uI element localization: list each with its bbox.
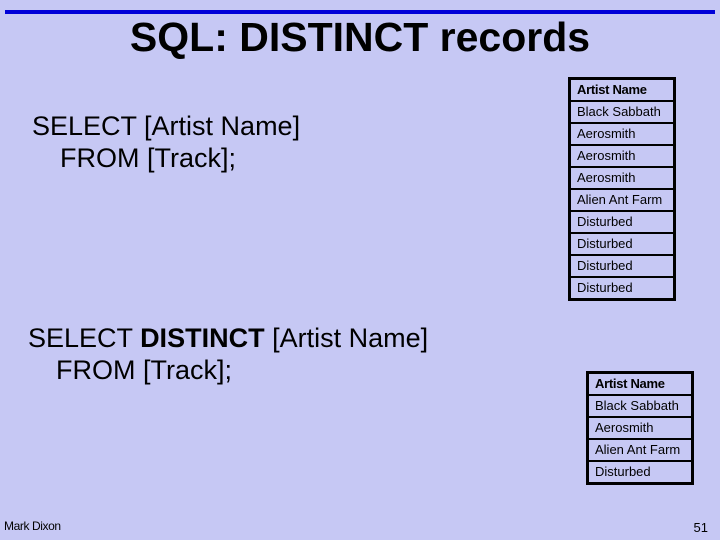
slide-title: SQL: DISTINCT records	[129, 14, 591, 60]
result-table-all: Artist Name Black Sabbath Aerosmith Aero…	[568, 77, 676, 301]
table-row: Aerosmith	[568, 166, 676, 190]
page-number: 51	[693, 520, 708, 535]
table-header-row: Artist Name	[586, 371, 694, 396]
table-cell: Black Sabbath	[568, 100, 676, 124]
footer-author: Mark Dixon	[4, 519, 61, 533]
table-cell: Aerosmith	[586, 416, 694, 440]
distinct-keyword: DISTINCT	[140, 323, 265, 353]
select-keyword: SELECT	[28, 323, 141, 353]
column-header: Artist Name	[568, 77, 676, 102]
table-cell: Aerosmith	[568, 166, 676, 190]
table-cell: Disturbed	[568, 232, 676, 256]
result-table-distinct: Artist Name Black Sabbath Aerosmith Alie…	[586, 371, 694, 485]
table-header-row: Artist Name	[568, 77, 676, 102]
table-cell: Aerosmith	[568, 122, 676, 146]
query-line-1: SELECT [Artist Name]	[32, 111, 301, 141]
query-line-2: FROM [Track];	[60, 143, 236, 173]
table-cell: Alien Ant Farm	[586, 438, 694, 462]
table-cell: Black Sabbath	[586, 394, 694, 418]
table-row: Alien Ant Farm	[568, 188, 676, 212]
table-cell: Disturbed	[568, 254, 676, 278]
table-row: Disturbed	[568, 232, 676, 256]
query-select-all: SELECT [Artist Name] FROM [Track];	[32, 110, 300, 174]
table-row: Disturbed	[568, 210, 676, 234]
table-row: Disturbed	[586, 460, 694, 485]
table-row: Aerosmith	[568, 144, 676, 168]
table-row: Aerosmith	[586, 416, 694, 440]
table-row: Black Sabbath	[568, 100, 676, 124]
table-row: Black Sabbath	[586, 394, 694, 418]
table-cell: Aerosmith	[568, 144, 676, 168]
table-cell: Disturbed	[586, 460, 694, 485]
table-row: Disturbed	[568, 254, 676, 278]
table-row: Disturbed	[568, 276, 676, 301]
table-row: Alien Ant Farm	[586, 438, 694, 462]
query-line-2: FROM [Track];	[56, 355, 232, 385]
column-header: Artist Name	[586, 371, 694, 396]
table-cell: Disturbed	[568, 210, 676, 234]
table-row: Aerosmith	[568, 122, 676, 146]
table-cell: Disturbed	[568, 276, 676, 301]
query-select-distinct: SELECT DISTINCT [Artist Name] FROM [Track…	[28, 322, 428, 386]
table-cell: Alien Ant Farm	[568, 188, 676, 212]
column-name: [Artist Name]	[264, 323, 429, 353]
query-line-1: SELECT DISTINCT [Artist Name]	[28, 322, 428, 354]
